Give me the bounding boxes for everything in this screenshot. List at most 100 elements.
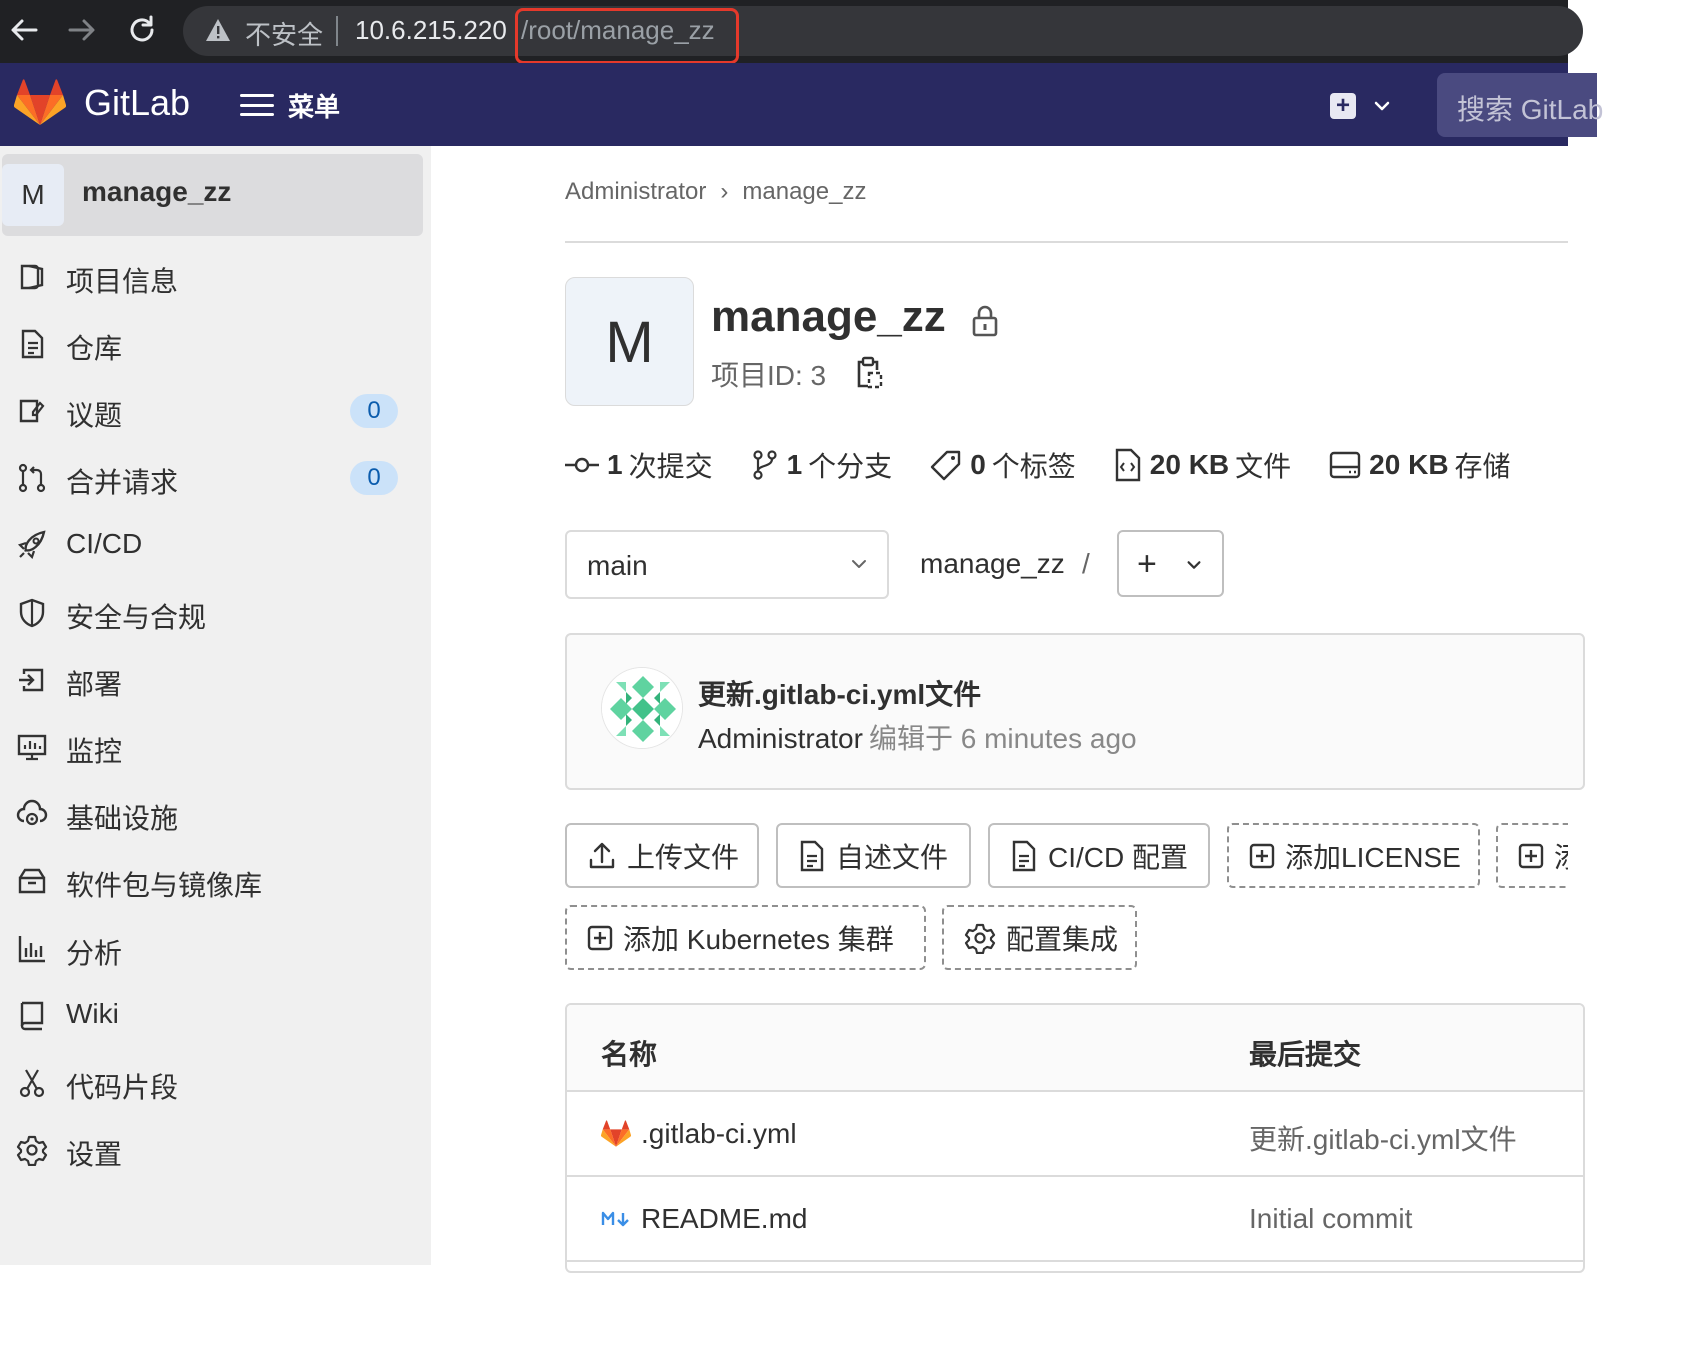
commit-author-link[interactable]: Administrator [698, 723, 863, 754]
cicd-config-label: CI/CD 配置 [1048, 841, 1189, 873]
file-name-link[interactable]: .gitlab-ci.yml [641, 1118, 797, 1150]
commits-label: 次提交 [628, 451, 713, 482]
sidebar-item-infrastructure[interactable]: 基础设施 [0, 785, 431, 841]
plus-square-icon [587, 925, 613, 950]
table-row[interactable]: README.md Initial commit [567, 1177, 1583, 1262]
repository-icon [21, 329, 44, 359]
search-placeholder: 搜索 GitLab [1457, 94, 1604, 125]
add-license-button[interactable]: 添加LICENSE [1227, 823, 1480, 888]
copy-clipboard-icon[interactable] [855, 356, 883, 390]
repo-path-link[interactable]: manage_zz [920, 548, 1065, 580]
add-kubernetes-label: 添加 Kubernetes 集群 [623, 923, 894, 955]
menu-label: 菜单 [288, 91, 341, 122]
sidebar-item-analytics[interactable]: 分析 [0, 920, 431, 976]
branches-stat[interactable]: 1 个分支 [751, 445, 893, 485]
add-license-label: 添加LICENSE [1285, 841, 1461, 873]
sidebar-item-cicd[interactable]: CI/CD [0, 516, 431, 572]
project-stats: 1 次提交 1 个分支 0 个标签 20 KB 文件 20 KB 存储 [565, 445, 1549, 485]
sidebar-item-packages[interactable]: 软件包与镜像库 [0, 852, 431, 908]
column-header-name: 名称 [601, 1039, 658, 1070]
branch-name: main [587, 550, 648, 581]
sidebar-item-settings[interactable]: 设置 [0, 1121, 431, 1177]
merge-request-icon [18, 463, 46, 493]
url-divider [336, 16, 338, 46]
sidebar-item-label: 仓库 [66, 333, 123, 364]
breadcrumb-separator: › [720, 178, 729, 205]
divider [565, 241, 1568, 243]
readme-button[interactable]: 自述文件 [776, 823, 971, 888]
cicd-config-button[interactable]: CI/CD 配置 [988, 823, 1210, 888]
project-avatar: M [565, 277, 694, 406]
url-path-highlight [515, 8, 739, 64]
identicon [602, 668, 682, 748]
add-more-button[interactable]: 添加 [1496, 823, 1568, 888]
file-last-commit-link[interactable]: 更新.gitlab-ci.yml文件 [1249, 1118, 1517, 1158]
file-name-link[interactable]: README.md [641, 1203, 807, 1235]
sidebar-item-wiki[interactable]: Wiki [0, 986, 431, 1042]
tags-label: 个标签 [991, 451, 1076, 482]
back-arrow-icon[interactable] [6, 12, 42, 48]
configure-integrations-button[interactable]: 配置集成 [942, 905, 1137, 970]
add-kubernetes-button[interactable]: 添加 Kubernetes 集群 [565, 905, 926, 970]
reload-icon[interactable] [124, 12, 160, 48]
security-status: 不安全 [245, 20, 324, 50]
chevron-down-icon [1187, 561, 1201, 569]
sidebar-item-monitor[interactable]: 监控 [0, 718, 431, 774]
plus-icon: + [1137, 545, 1157, 583]
sidebar: M manage_zz 项目信息 仓库 议题 0 合并请求 0 CI/CD 安全… [0, 146, 431, 1265]
commit-icon [565, 457, 599, 473]
gear-icon [964, 923, 996, 954]
search-input[interactable]: 搜索 GitLab [1437, 73, 1603, 137]
plus-square-icon [1249, 843, 1275, 868]
hamburger-icon [240, 94, 274, 116]
menu-button[interactable]: 菜单 [240, 87, 340, 123]
issues-icon [19, 399, 45, 423]
browser-toolbar: 不安全 10.6.215.220 /root/manage_zz [0, 0, 1583, 64]
files-size: 20 KB [1149, 449, 1230, 480]
add-more-label: 添加 [1554, 836, 1568, 876]
last-commit-panel: 更新.gitlab-ci.yml文件 Administrator 编辑于 6 mi… [565, 633, 1585, 790]
branches-label: 个分支 [808, 451, 893, 482]
files-stat[interactable]: 20 KB 文件 [1114, 445, 1291, 485]
breadcrumb-item-project[interactable]: manage_zz [742, 178, 866, 206]
merge-requests-count-badge: 0 [350, 461, 398, 495]
author-avatar[interactable] [601, 667, 683, 749]
sidebar-item-label: 监控 [66, 736, 123, 767]
gear-icon [16, 1135, 48, 1166]
path-separator: / [1082, 548, 1090, 579]
gitlab-brand[interactable]: GitLab [84, 82, 190, 124]
commits-stat[interactable]: 1 次提交 [565, 445, 713, 485]
gitlab-logo-icon[interactable] [14, 79, 66, 127]
forward-arrow-icon[interactable] [64, 12, 100, 48]
sidebar-item-label: 议题 [66, 400, 123, 431]
address-bar[interactable]: 不安全 10.6.215.220 /root/manage_zz [183, 6, 1583, 56]
sidebar-project-header[interactable]: M manage_zz [2, 154, 423, 236]
plus-square-icon: + [1330, 93, 1356, 119]
lock-icon [972, 305, 998, 337]
tags-stat[interactable]: 0 个标签 [930, 445, 1076, 485]
sidebar-item-deployments[interactable]: 部署 [0, 651, 431, 707]
sidebar-item-label: 合并请求 [66, 467, 179, 498]
upload-file-button[interactable]: 上传文件 [565, 823, 759, 888]
sidebar-item-label: 部署 [66, 669, 123, 700]
sidebar-item-project-info[interactable]: 项目信息 [0, 248, 431, 304]
breadcrumb-item-namespace[interactable]: Administrator [565, 178, 706, 206]
sidebar-item-repository[interactable]: 仓库 [0, 315, 431, 371]
add-to-tree-dropdown[interactable]: + [1117, 530, 1224, 597]
url-host: 10.6.215.220 [355, 15, 507, 45]
branch-icon [752, 450, 777, 480]
file-last-commit-link[interactable]: Initial commit [1249, 1203, 1412, 1235]
deployments-icon [19, 668, 44, 692]
sidebar-item-merge-requests[interactable]: 合并请求 0 [0, 449, 431, 505]
branch-switcher[interactable]: main [565, 530, 889, 599]
project-info-icon [20, 264, 44, 290]
commit-title-link[interactable]: 更新.gitlab-ci.yml文件 [698, 673, 981, 713]
sidebar-item-label: 代码片段 [66, 1072, 179, 1103]
storage-stat[interactable]: 20 KB 存储 [1329, 445, 1511, 485]
new-item-dropdown[interactable]: + [1330, 91, 1400, 121]
table-row[interactable]: .gitlab-ci.yml 更新.gitlab-ci.yml文件 [567, 1092, 1583, 1177]
sidebar-project-avatar: M [2, 164, 64, 226]
sidebar-item-security[interactable]: 安全与合规 [0, 584, 431, 640]
sidebar-item-snippets[interactable]: 代码片段 [0, 1054, 431, 1110]
sidebar-item-issues[interactable]: 议题 0 [0, 382, 431, 438]
